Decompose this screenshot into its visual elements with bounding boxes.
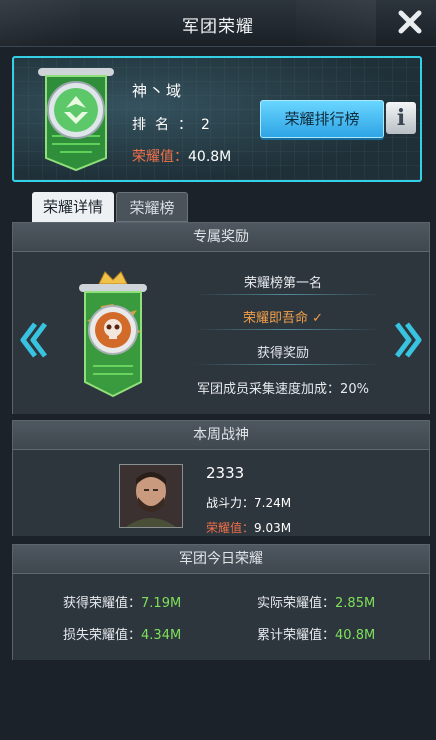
warrior-honor-value: 9.03M — [254, 521, 292, 535]
gained-honor-label: 获得荣耀值： — [63, 596, 142, 611]
warrior-honor-label: 荣耀值： — [206, 521, 255, 535]
reward-title-row: 荣耀即吾命 ✓ — [163, 307, 403, 326]
actual-honor-stat: 实际荣耀值：2.85M — [257, 592, 375, 611]
divider — [193, 329, 381, 330]
honor-leaderboard-button[interactable]: 荣耀排行榜 — [260, 100, 384, 138]
guild-name: 神丶域 — [132, 82, 184, 100]
power-label: 战斗力： — [206, 496, 255, 510]
warrior-portrait-icon — [120, 465, 182, 527]
reward-bonus-text: 军团成员采集速度加成：20% — [197, 382, 369, 397]
weekly-warrior-title: 本周战神 — [13, 421, 429, 450]
tab-honor-leaderboard[interactable]: 荣耀榜 — [116, 192, 188, 222]
guild-honor: 荣耀值：40.8M — [132, 146, 231, 166]
close-button[interactable] — [396, 8, 424, 36]
page-title: 军团荣耀 — [182, 17, 254, 37]
divider — [193, 294, 381, 295]
checkmark-icon: ✓ — [312, 311, 324, 326]
tab-honor-details[interactable]: 荣耀详情 — [32, 192, 114, 222]
exclusive-reward-title: 专属奖励 — [13, 223, 429, 252]
total-honor-label: 累计荣耀值： — [257, 628, 336, 643]
reward-condition: 荣耀榜第一名 — [243, 276, 322, 291]
skull-medal-banner-icon — [79, 271, 147, 398]
title-bar: 军团荣耀 — [0, 0, 436, 47]
chevron-left-icon[interactable] — [17, 320, 47, 360]
weekly-warrior-body: 2333 战斗力：7.24M 荣耀值：9.03M — [13, 450, 429, 536]
honor-value: 40.8M — [188, 149, 232, 165]
rank-label: 排名： — [132, 117, 201, 133]
warrior-name: 2333 — [206, 464, 245, 482]
total-honor-stat: 累计荣耀值：40.8M — [257, 624, 375, 643]
weekly-warrior-panel: 本周战神 2333 战斗力：7.24M 荣耀值：9.03M — [12, 420, 430, 536]
gained-honor-stat: 获得荣耀值：7.19M — [63, 592, 181, 611]
rank-value: 2 — [201, 117, 210, 133]
today-honor-body: 获得荣耀值：7.19M 实际荣耀值：2.85M 损失荣耀值：4.34M 累计荣耀… — [13, 574, 429, 660]
close-icon — [398, 10, 422, 34]
gained-honor-value: 7.19M — [141, 596, 182, 611]
reward-title-name: 荣耀即吾命 — [242, 311, 308, 326]
honor-label: 荣耀值： — [132, 149, 188, 165]
actual-honor-value: 2.85M — [335, 596, 376, 611]
guild-profile-card: 神丶域 排名：2 荣耀值：40.8M 荣耀排行榜 i — [12, 56, 422, 182]
guild-banner-emblem-icon — [38, 68, 114, 172]
actual-honor-label: 实际荣耀值： — [257, 596, 336, 611]
exclusive-reward-body: 荣耀榜第一名 荣耀即吾命 ✓ 获得奖励 军团成员采集速度加成：20% — [13, 252, 429, 414]
lost-honor-label: 损失荣耀值： — [63, 628, 142, 643]
guild-rank: 排名：2 — [132, 114, 210, 134]
lost-honor-stat: 损失荣耀值：4.34M — [63, 624, 181, 643]
warrior-honor: 荣耀值：9.03M — [206, 519, 291, 536]
warrior-power: 战斗力：7.24M — [206, 494, 291, 511]
reward-obtain-label: 获得奖励 — [256, 346, 309, 361]
today-honor-panel: 军团今日荣耀 获得荣耀值：7.19M 实际荣耀值：2.85M 损失荣耀值：4.3… — [12, 544, 430, 660]
power-value: 7.24M — [254, 496, 292, 510]
total-honor-value: 40.8M — [335, 628, 376, 643]
exclusive-reward-panel: 专属奖励 荣耀榜第一名 荣耀即吾命 ✓ 获得奖励 军团成员采集速度加成：20% — [12, 222, 430, 414]
divider — [193, 364, 381, 365]
info-button[interactable]: i — [386, 102, 416, 134]
warrior-avatar[interactable] — [119, 464, 183, 528]
lost-honor-value: 4.34M — [141, 628, 182, 643]
today-honor-title: 军团今日荣耀 — [13, 545, 429, 574]
